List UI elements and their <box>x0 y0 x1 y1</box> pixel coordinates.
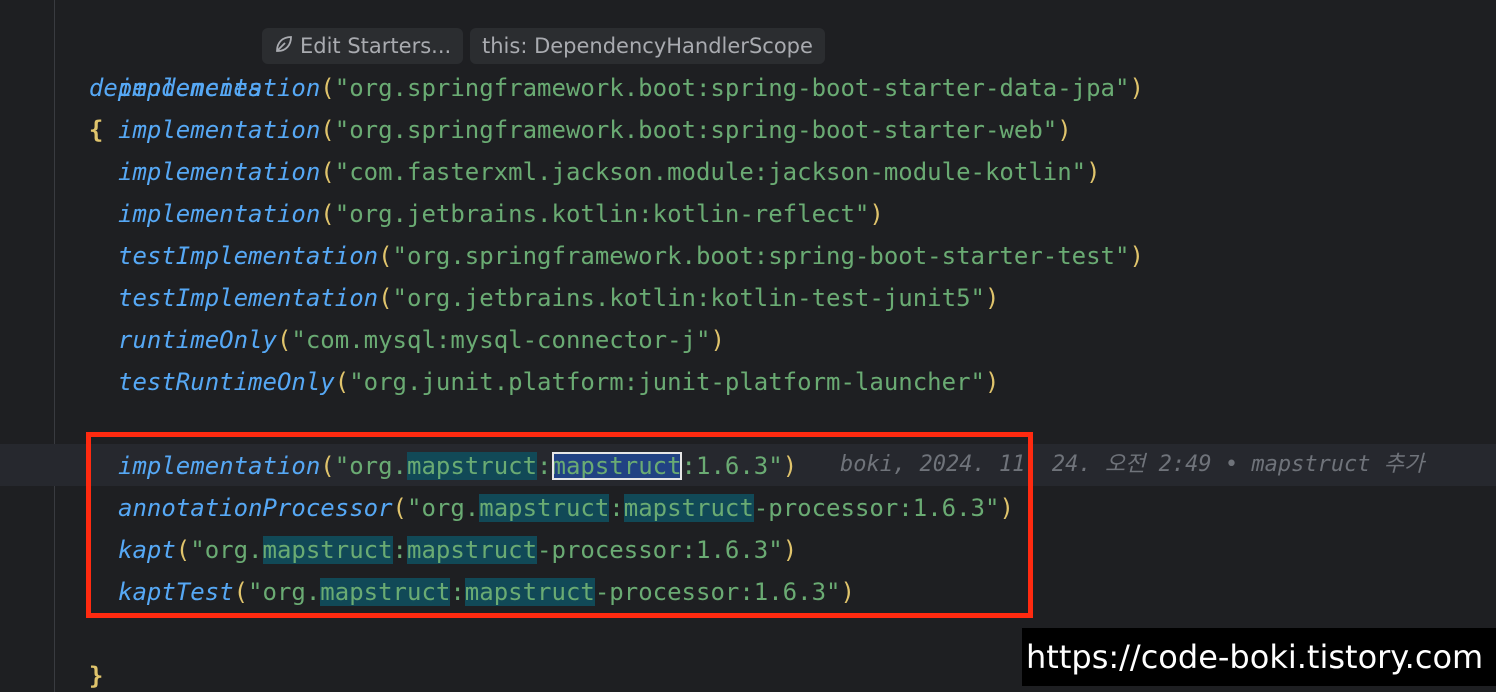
code-line-dependencies[interactable]: dependencies { <box>60 25 262 144</box>
open-paren: ( <box>378 284 393 312</box>
scope-hint-label: this: DependencyHandlerScope <box>482 34 813 58</box>
close-paren: ) <box>869 200 884 228</box>
watermark: https://code-boki.tistory.com <box>1022 628 1496 686</box>
dependency-line[interactable]: testImplementation("org.jetbrains.kotlin… <box>118 277 999 319</box>
editor-gutter-divider <box>54 0 55 692</box>
dependency-coordinate[interactable]: "org.springframework.boot:spring-boot-st… <box>335 74 1130 102</box>
dependency-config-name[interactable]: implementation <box>118 74 320 102</box>
edit-starters-label: Edit Starters... <box>300 34 452 58</box>
scope-hint: this: DependencyHandlerScope <box>470 28 825 64</box>
dependency-config-name[interactable]: testRuntimeOnly <box>118 368 335 396</box>
dependency-config-name[interactable]: testImplementation <box>118 284 378 312</box>
close-brace: } <box>88 662 104 690</box>
dependency-coordinate[interactable]: "org.jetbrains.kotlin:kotlin-reflect" <box>335 200 870 228</box>
dependency-coordinate[interactable]: "org.junit.platform:junit-platform-launc… <box>349 368 985 396</box>
dependency-config-name[interactable]: implementation <box>118 200 320 228</box>
close-paren: ) <box>1129 74 1144 102</box>
open-paren: ( <box>320 158 335 186</box>
close-paren: ) <box>1057 116 1072 144</box>
close-paren: ) <box>1086 158 1101 186</box>
dependency-config-name[interactable]: implementation <box>118 158 320 186</box>
open-brace: { <box>88 116 104 144</box>
open-paren: ( <box>334 368 350 396</box>
dependency-coordinate[interactable]: "com.fasterxml.jackson.module:jackson-mo… <box>335 158 1086 186</box>
close-paren: ) <box>984 284 1000 312</box>
dependency-line[interactable]: testRuntimeOnly("org.junit.platform:juni… <box>118 361 999 403</box>
open-paren: ( <box>320 74 335 102</box>
close-paren: ) <box>1129 242 1144 270</box>
dependency-config-name[interactable]: implementation <box>118 116 320 144</box>
dependency-coordinate[interactable]: "com.mysql:mysql-connector-j" <box>291 326 710 354</box>
dependency-line[interactable]: testImplementation("org.springframework.… <box>118 235 1144 277</box>
close-paren: ) <box>710 326 725 354</box>
dependency-line[interactable]: implementation("com.fasterxml.jackson.mo… <box>118 151 1101 193</box>
open-paren: ( <box>320 200 335 228</box>
open-paren: ( <box>320 116 335 144</box>
dependency-line[interactable]: implementation("org.springframework.boot… <box>118 109 1072 151</box>
close-paren: ) <box>984 368 1000 396</box>
code-line-close[interactable]: } <box>60 613 103 690</box>
dependency-coordinate[interactable]: "org.jetbrains.kotlin:kotlin-test-junit5… <box>393 284 985 312</box>
dependency-line[interactable]: implementation("org.springframework.boot… <box>118 67 1144 109</box>
dependency-coordinate[interactable]: "org.springframework.boot:spring-boot-st… <box>393 242 1130 270</box>
dependency-config-name[interactable]: runtimeOnly <box>118 326 277 354</box>
highlight-annotation-box <box>86 432 1033 618</box>
open-paren: ( <box>276 326 292 354</box>
spring-leaf-icon <box>274 29 294 65</box>
open-paren: ( <box>378 242 393 270</box>
dependency-config-name[interactable]: testImplementation <box>118 242 378 270</box>
dependency-line[interactable]: runtimeOnly("com.mysql:mysql-connector-j… <box>118 319 725 361</box>
edit-starters-hint[interactable]: Edit Starters... <box>262 28 464 65</box>
dependency-coordinate[interactable]: "org.springframework.boot:spring-boot-st… <box>335 116 1057 144</box>
dependency-line[interactable]: implementation("org.jetbrains.kotlin:kot… <box>118 193 884 235</box>
